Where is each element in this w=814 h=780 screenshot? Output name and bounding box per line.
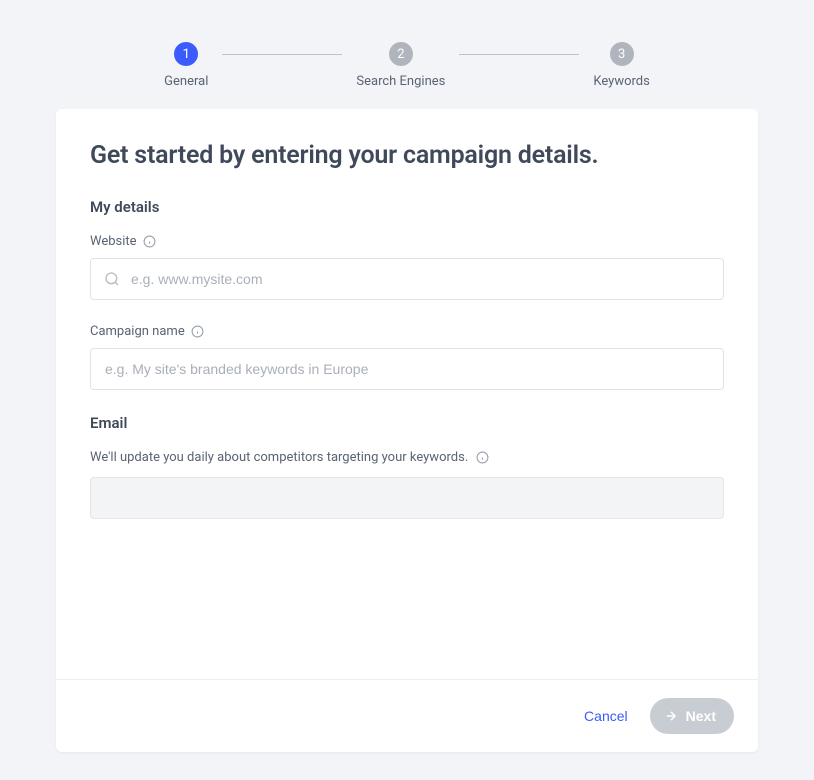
section-heading-email: Email [90,414,724,432]
field-campaign-name: Campaign name [90,324,724,390]
field-website: Website [90,234,724,300]
step-number-2: 2 [389,42,413,66]
step-number-3: 3 [610,42,634,66]
step-number-1: 1 [174,42,198,66]
step-connector [222,54,342,55]
info-icon[interactable] [191,325,204,338]
card-body: Get started by entering your campaign de… [56,109,758,679]
section-email: Email We'll update you daily about compe… [90,414,724,519]
next-button[interactable]: Next [650,698,734,734]
arrow-right-icon [664,709,678,723]
campaign-name-label: Campaign name [90,324,185,339]
campaign-name-input[interactable] [90,348,724,390]
step-label-general: General [164,74,208,89]
stepper: 1 General 2 Search Engines 3 Keywords [0,0,814,109]
step-search-engines[interactable]: 2 Search Engines [356,42,445,89]
website-label: Website [90,234,137,249]
next-button-label: Next [686,708,716,724]
search-icon [104,271,120,287]
card-footer: Cancel Next [56,679,758,752]
cancel-button[interactable]: Cancel [580,702,632,730]
info-icon[interactable] [476,451,489,464]
website-input[interactable] [90,258,724,300]
section-my-details: My details Website [90,198,724,390]
page-title: Get started by entering your campaign de… [90,141,724,170]
step-label-search-engines: Search Engines [356,74,445,89]
campaign-form-card: Get started by entering your campaign de… [56,109,758,752]
step-general[interactable]: 1 General [164,42,208,89]
email-hint: We'll update you daily about competitors… [90,450,468,465]
info-icon[interactable] [143,235,156,248]
email-input[interactable] [90,477,724,519]
step-connector [459,54,579,55]
step-keywords[interactable]: 3 Keywords [593,42,649,89]
section-heading-details: My details [90,198,724,216]
step-label-keywords: Keywords [593,74,649,89]
